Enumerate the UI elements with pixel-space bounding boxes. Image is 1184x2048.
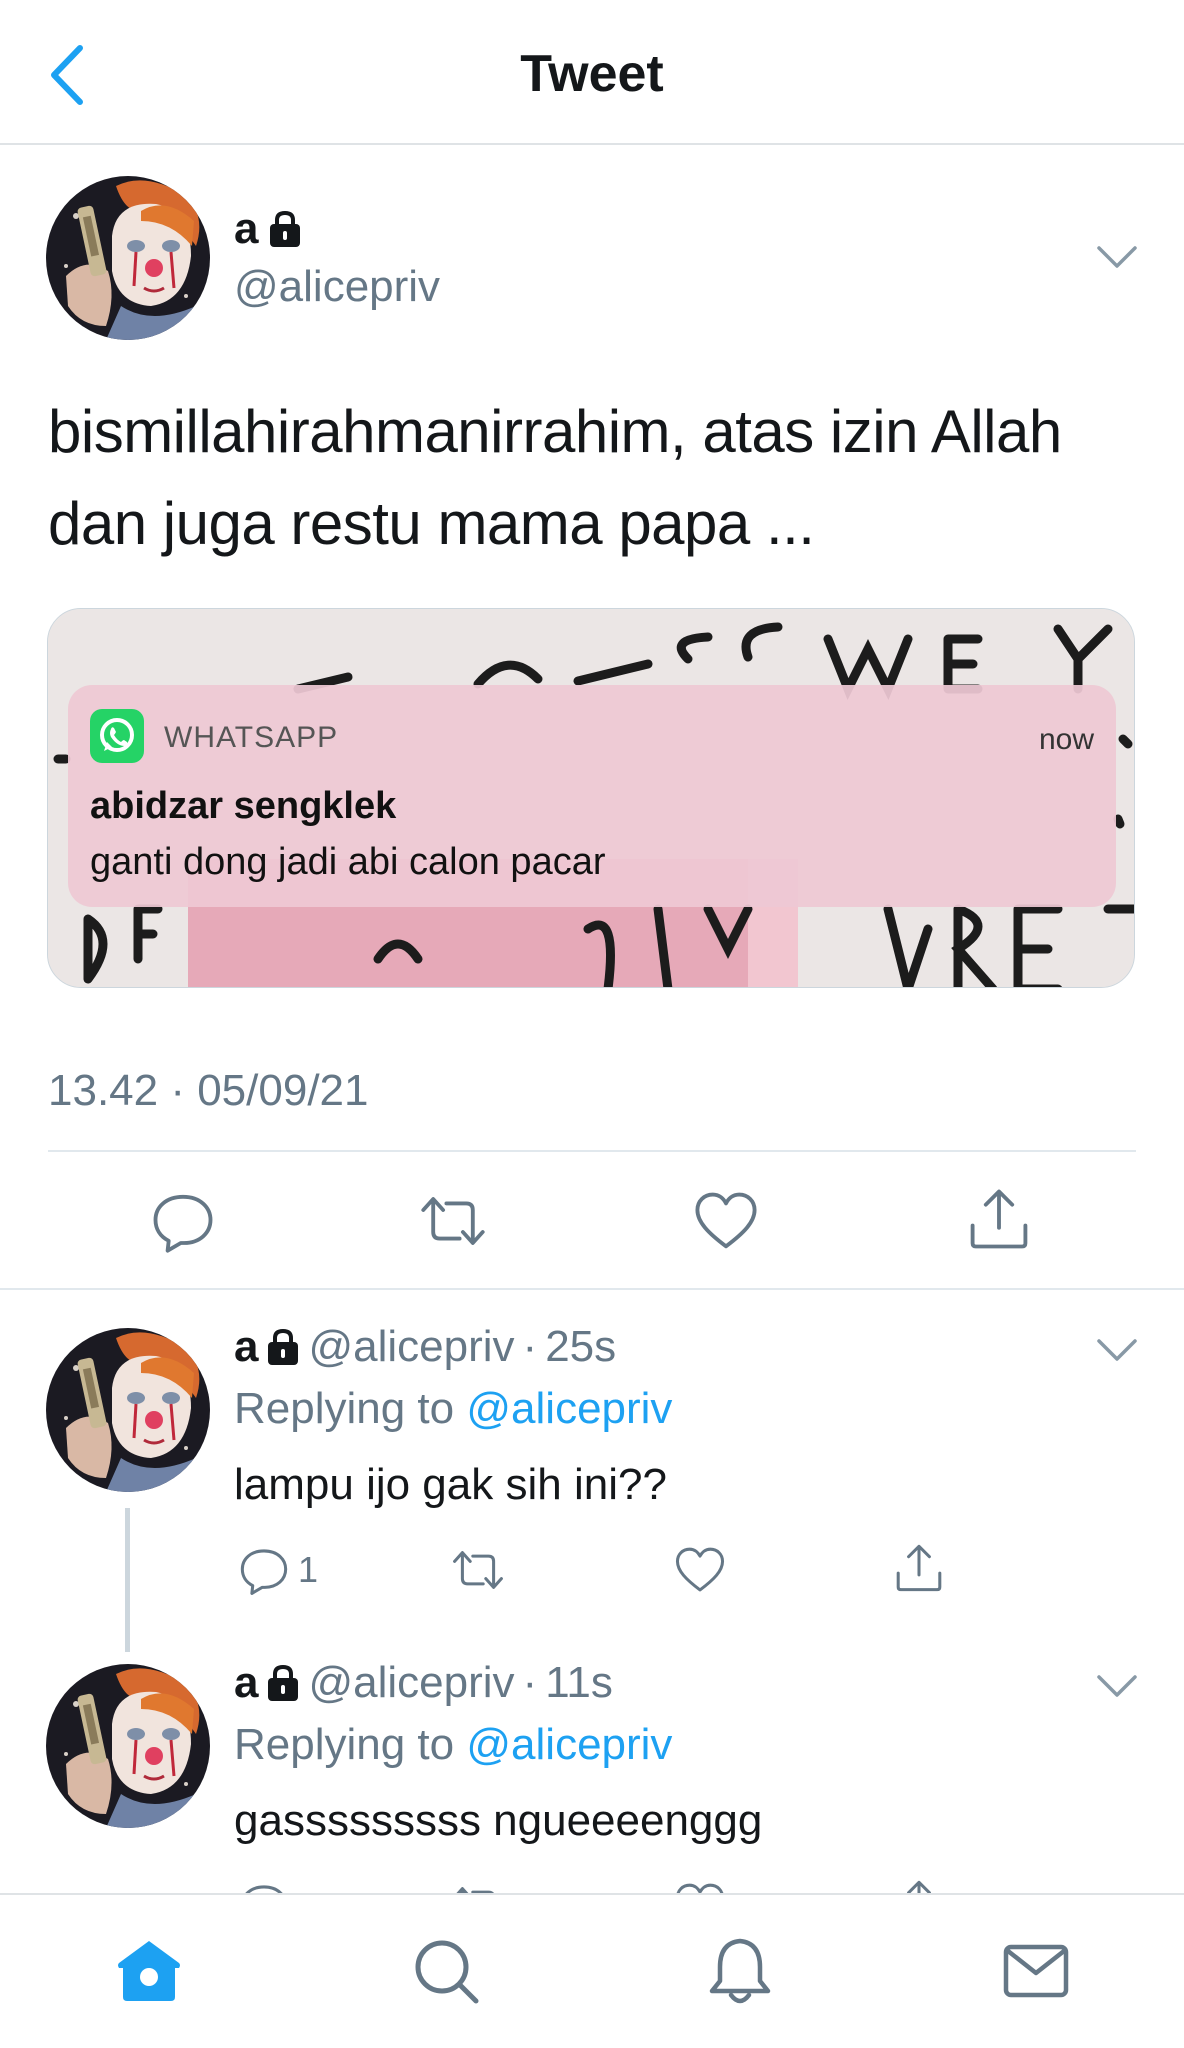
share-button[interactable] xyxy=(893,1540,945,1596)
reply-count: 1 xyxy=(298,1549,319,1590)
section-divider xyxy=(0,1288,1184,1290)
tweet-text: bismillahirahmanirrahim, atas izin Allah… xyxy=(48,386,1148,570)
avatar[interactable] xyxy=(46,1664,210,1828)
top-navigation-bar: Tweet xyxy=(0,0,1184,145)
avatar[interactable] xyxy=(46,1328,210,1492)
like-icon[interactable] xyxy=(693,1188,759,1254)
author-handle[interactable]: @alicepriv xyxy=(308,1322,514,1372)
replying-to-prefix: Replying to xyxy=(234,1384,455,1433)
divider xyxy=(48,1150,1136,1152)
tweet-media-image[interactable]: WHATSAPP now abidzar sengklek ganti dong… xyxy=(47,608,1135,988)
messages-icon[interactable] xyxy=(1000,1935,1072,2007)
share-icon[interactable] xyxy=(893,1878,945,1893)
like-icon xyxy=(674,1544,726,1596)
reply-icon[interactable] xyxy=(238,1880,290,1893)
lock-icon xyxy=(268,210,302,248)
notification-message: ganti dong jadi abi calon pacar xyxy=(90,841,606,883)
chevron-down-icon[interactable] xyxy=(1095,1671,1139,1701)
notification-sender: abidzar sengklek xyxy=(90,785,397,827)
author-display-name[interactable]: a xyxy=(234,1658,258,1708)
page-title: Tweet xyxy=(520,45,664,103)
chevron-down-icon[interactable] xyxy=(1095,1335,1139,1365)
tweet-text-line: dan juga restu mama papa ... xyxy=(48,490,815,557)
separator: · xyxy=(522,1658,538,1707)
replying-to: Replying to @alicepriv xyxy=(234,1384,672,1434)
tweet-text-line: bismillahirahmanirrahim, atas izin Allah xyxy=(48,398,1062,465)
notifications-icon[interactable] xyxy=(704,1935,776,2007)
reply-header: a @alicepriv · 25s xyxy=(234,1322,616,1372)
reply-text: lampu ijo gak sih ini?? xyxy=(234,1460,667,1509)
reply-time: 25s xyxy=(545,1322,617,1371)
bottom-tab-bar xyxy=(0,1893,1184,2048)
retweet-icon[interactable] xyxy=(452,1880,504,1893)
partial-action-row xyxy=(0,1862,1184,1893)
chevron-down-icon[interactable] xyxy=(1095,242,1139,272)
reply-header: a @alicepriv · 11s xyxy=(234,1658,613,1708)
reply-button[interactable]: 1 xyxy=(238,1542,318,1598)
home-icon[interactable] xyxy=(113,1935,185,2007)
author-handle[interactable]: @alicepriv xyxy=(308,1658,514,1708)
author-handle[interactable]: @alicepriv xyxy=(234,262,440,312)
whatsapp-icon xyxy=(90,709,144,763)
notification-app-name: WHATSAPP xyxy=(164,721,339,754)
reply-time: 11s xyxy=(545,1658,613,1707)
mention-link[interactable]: @alicepriv xyxy=(466,1720,672,1769)
avatar[interactable] xyxy=(46,176,210,340)
whatsapp-notification[interactable]: WHATSAPP now abidzar sengklek ganti dong… xyxy=(68,685,1116,907)
reply-icon[interactable] xyxy=(150,1188,216,1254)
lock-icon xyxy=(266,1664,300,1702)
tweet-timestamp: 13.42 · 05/09/21 xyxy=(48,1066,369,1115)
share-icon[interactable] xyxy=(966,1186,1032,1252)
share-icon xyxy=(893,1542,945,1594)
retweet-icon xyxy=(452,1544,504,1596)
author-name[interactable]: a xyxy=(234,204,302,254)
separator: · xyxy=(522,1322,538,1371)
mention-link[interactable]: @alicepriv xyxy=(466,1384,672,1433)
lock-icon xyxy=(266,1328,300,1366)
author-display-name[interactable]: a xyxy=(234,1322,258,1372)
search-icon[interactable] xyxy=(410,1935,482,2007)
like-button[interactable] xyxy=(674,1542,726,1598)
like-icon[interactable] xyxy=(674,1880,726,1893)
notification-time: now xyxy=(1038,723,1094,756)
replying-to: Replying to @alicepriv xyxy=(234,1720,672,1770)
author-display-name: a xyxy=(234,204,259,253)
replying-to-prefix: Replying to xyxy=(234,1720,455,1769)
reply-icon xyxy=(238,1544,290,1596)
reply-text: gasssssssss ngueeeenggg xyxy=(234,1796,763,1845)
thread-connector-line xyxy=(125,1508,130,1652)
retweet-button[interactable] xyxy=(452,1542,504,1598)
retweet-icon[interactable] xyxy=(420,1188,486,1254)
